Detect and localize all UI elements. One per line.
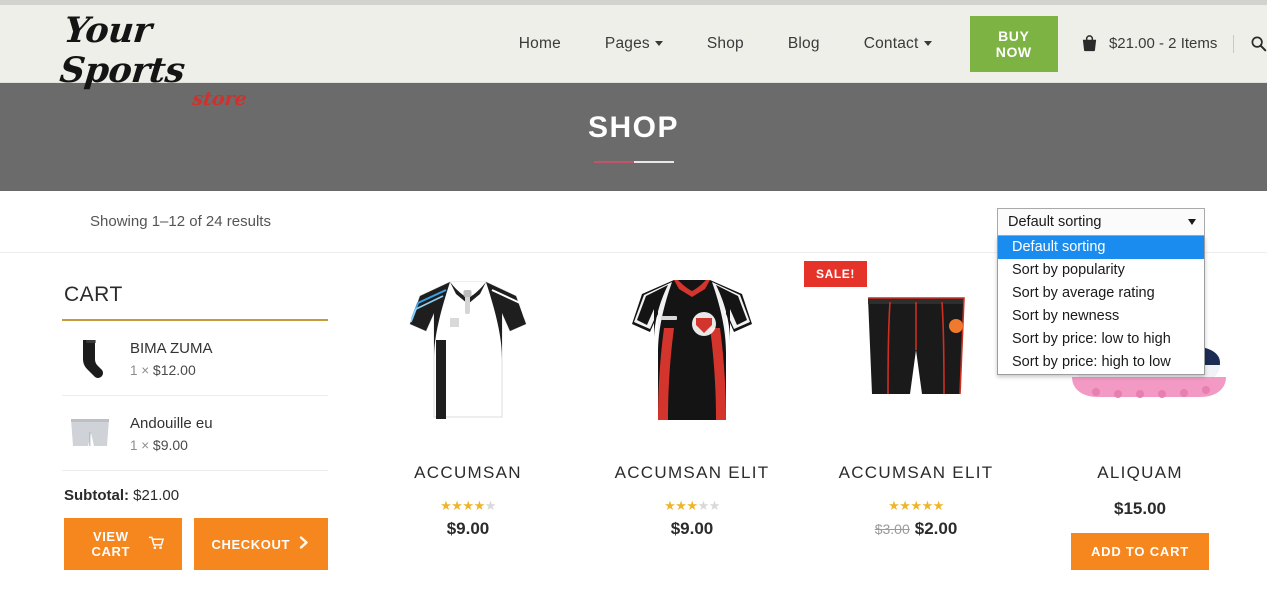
cart-item-name: Andouille eu: [130, 414, 213, 432]
view-cart-label: VIEW CART: [91, 529, 131, 559]
nav-item-home[interactable]: Home: [497, 35, 583, 53]
add-to-cart-button[interactable]: ADD TO CART: [1070, 533, 1210, 570]
product-price: $3.00 $2.00: [804, 519, 1028, 539]
nav-label: Contact: [863, 34, 919, 52]
sort-option-average-rating[interactable]: Sort by average rating: [998, 282, 1204, 305]
nav-item-blog[interactable]: Blog: [766, 35, 842, 53]
shopping-bag-icon: [1080, 34, 1099, 53]
cart-item-name: BIMA ZUMA: [130, 339, 213, 357]
page-title: SHOP: [587, 111, 680, 144]
product-price: $9.00: [356, 519, 580, 539]
star-filled: ★★★★: [440, 498, 485, 513]
nav-item-shop[interactable]: Shop: [685, 35, 766, 53]
cart-item-qty-price: 1 × $9.00: [130, 437, 213, 453]
black-sock-icon: [64, 335, 116, 381]
gray-shorts-icon: [64, 410, 116, 456]
product-card[interactable]: ACCUMSAN ELIT ★★★★★ $9.00: [580, 253, 804, 570]
star-filled: ★★★★★: [888, 498, 944, 513]
sort-option-default-sorting[interactable]: Default sorting: [998, 235, 1204, 259]
sort-option-newness[interactable]: Sort by newness: [998, 305, 1204, 328]
header-divider: [1233, 34, 1234, 53]
cart-line-item[interactable]: Andouille eu 1 × $9.00: [62, 396, 328, 471]
chevron-right-icon: [299, 536, 310, 552]
title-underline: [593, 161, 674, 163]
buy-now-button[interactable]: BUY NOW: [969, 15, 1058, 72]
chevron-down-icon: [1188, 218, 1196, 225]
nav-label: Blog: [787, 34, 820, 52]
product-current-price: $2.00: [914, 519, 958, 538]
cart-widget-title: CART: [62, 253, 328, 321]
cart-item-qty: 1 ×: [130, 437, 150, 453]
cart-item-price: $12.00: [152, 361, 196, 378]
sort-selected-value: Default sorting: [1008, 213, 1102, 230]
logo-secondary-text: store: [191, 87, 248, 110]
product-price: $15.00: [1028, 499, 1252, 519]
product-rating: ★★★★★: [580, 499, 804, 513]
site-header: Your Sports store Home Pages Shop Blog C…: [0, 5, 1267, 110]
underline-accent: [593, 161, 634, 163]
site-logo[interactable]: Your Sports store: [58, 10, 265, 110]
black-red-compression-shorts-image[interactable]: [804, 261, 1028, 441]
product-rating: ★★★★★: [804, 499, 1028, 513]
product-title[interactable]: ACCUMSAN: [356, 463, 580, 483]
cart-sidebar: CART BIMA ZUMA 1 × $12.00 Andouille eu 1…: [62, 253, 328, 570]
shop-content: Showing 1–12 of 24 results Default sorti…: [0, 191, 1267, 598]
sale-badge: SALE!: [804, 261, 867, 287]
nav-item-pages[interactable]: Pages: [583, 35, 685, 53]
product-current-price: $9.00: [670, 519, 714, 538]
product-title[interactable]: ACCUMSAN ELIT: [580, 463, 804, 483]
black-red-rugby-jersey-image[interactable]: [580, 261, 804, 441]
checkout-button[interactable]: CHECKOUT: [193, 518, 328, 570]
cart-item-price: $9.00: [152, 436, 188, 453]
underline-plain: [633, 161, 674, 163]
cart-actions: VIEW CART CHECKOUT: [62, 504, 328, 570]
search-icon[interactable]: [1250, 35, 1267, 52]
sort-dropdown[interactable]: Default sorting Default sorting Sort by …: [997, 207, 1205, 375]
checkout-label: CHECKOUT: [211, 536, 290, 552]
star-empty: ★★: [697, 498, 721, 513]
view-cart-button[interactable]: VIEW CART: [64, 518, 182, 570]
header-cart-total: $21.00 - 2 Items: [1108, 35, 1218, 52]
product-card[interactable]: ACCUMSAN ★★★★★ $9.00: [356, 253, 580, 570]
sort-option-popularity[interactable]: Sort by popularity: [998, 259, 1204, 282]
product-old-price: $3.00: [874, 521, 910, 537]
cart-line-item[interactable]: BIMA ZUMA 1 × $12.00: [62, 321, 328, 396]
star-empty: ★: [484, 498, 497, 513]
chevron-down-icon: [654, 40, 663, 46]
product-title[interactable]: ALIQUAM: [1028, 463, 1252, 483]
cart-subtotal-value: $21.00: [133, 487, 180, 504]
results-count: Showing 1–12 of 24 results: [90, 213, 271, 230]
product-price: $9.00: [580, 519, 804, 539]
results-toolbar: Showing 1–12 of 24 results Default sorti…: [0, 191, 1267, 375]
shopping-cart-icon: [148, 536, 164, 553]
nav-label: Shop: [706, 34, 744, 52]
nav-label: Pages: [604, 34, 650, 52]
product-title[interactable]: ACCUMSAN ELIT: [804, 463, 1028, 483]
sort-option-price-low-high[interactable]: Sort by price: low to high: [998, 328, 1204, 351]
product-rating: ★★★★★: [356, 499, 580, 513]
sort-options-list: Default sorting Sort by popularity Sort …: [997, 235, 1205, 375]
product-current-price: $9.00: [446, 519, 490, 538]
cart-subtotal-label: Subtotal:: [64, 487, 129, 504]
sort-select-box[interactable]: Default sorting: [997, 207, 1205, 236]
star-filled: ★★★: [664, 498, 698, 513]
cart-item-qty: 1 ×: [130, 362, 150, 378]
nav-label: Home: [518, 34, 561, 52]
cart-item-qty-price: 1 × $12.00: [130, 362, 213, 378]
main-navigation: Home Pages Shop Blog Contact BUY NOW $21…: [497, 15, 1267, 72]
header-cart-summary[interactable]: $21.00 - 2 Items: [1080, 34, 1217, 53]
sort-option-price-high-low[interactable]: Sort by price: high to low: [998, 351, 1204, 374]
cart-subtotal: Subtotal: $21.00: [62, 471, 328, 504]
product-card[interactable]: SALE! ACCUMSAN ELIT ★★★★★ $3.00 $2.00: [804, 253, 1028, 570]
chevron-down-icon: [923, 40, 932, 46]
logo-primary-text: Your Sports: [57, 9, 187, 91]
nav-item-contact[interactable]: Contact: [842, 35, 954, 53]
product-current-price: $15.00: [1114, 499, 1166, 518]
white-black-polo-shirt-image[interactable]: [356, 261, 580, 441]
